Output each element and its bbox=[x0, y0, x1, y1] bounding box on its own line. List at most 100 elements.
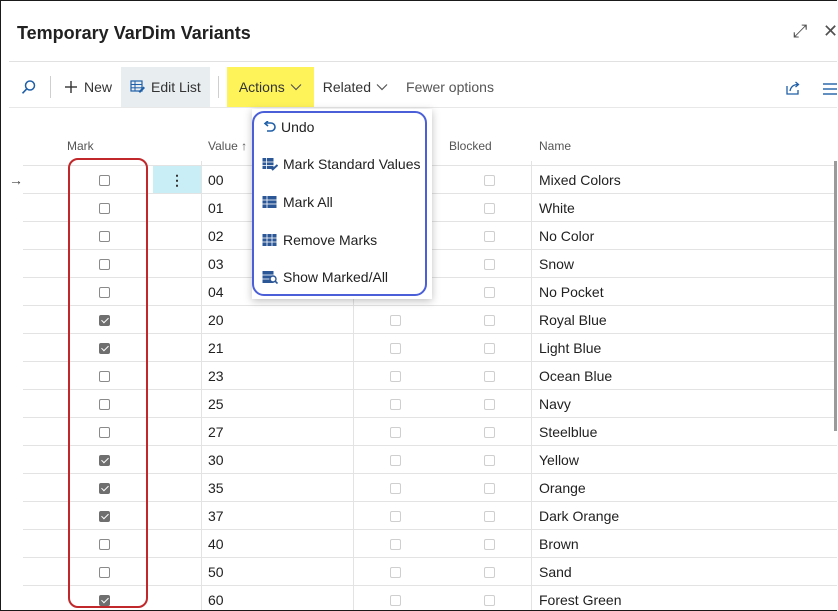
value-cell[interactable]: 00 bbox=[208, 166, 224, 194]
column-checkbox[interactable] bbox=[390, 538, 401, 550]
blocked-cell bbox=[484, 502, 495, 530]
fewer-options-label: Fewer options bbox=[406, 79, 494, 95]
value-cell[interactable]: 20 bbox=[208, 306, 224, 334]
mark-column-annotation bbox=[68, 158, 148, 608]
name-cell[interactable]: Snow bbox=[539, 250, 574, 278]
value-cell[interactable]: 40 bbox=[208, 530, 224, 558]
blocked-checkbox[interactable] bbox=[484, 258, 495, 270]
value-cell[interactable]: 02 bbox=[208, 222, 224, 250]
name-cell[interactable]: No Color bbox=[539, 222, 594, 250]
toolbar-divider bbox=[217, 76, 219, 98]
value-cell[interactable]: 23 bbox=[208, 362, 224, 390]
blocked-checkbox[interactable] bbox=[484, 538, 495, 550]
name-cell[interactable]: No Pocket bbox=[539, 278, 604, 306]
blocked-checkbox[interactable] bbox=[484, 482, 495, 494]
column-checkbox[interactable] bbox=[390, 566, 401, 578]
name-cell[interactable]: Forest Green bbox=[539, 586, 621, 610]
actions-menu-button[interactable]: Actions bbox=[226, 67, 314, 107]
blocked-cell bbox=[484, 250, 495, 278]
name-cell[interactable]: Sand bbox=[539, 558, 572, 586]
checkbox-cell bbox=[390, 418, 401, 446]
name-cell[interactable]: Royal Blue bbox=[539, 306, 607, 334]
value-cell[interactable]: 35 bbox=[208, 474, 224, 502]
column-checkbox[interactable] bbox=[390, 426, 401, 438]
column-checkbox[interactable] bbox=[390, 510, 401, 522]
actions-menu-annotation bbox=[252, 111, 427, 296]
search-button[interactable] bbox=[21, 67, 46, 107]
vertical-scrollbar[interactable] bbox=[834, 161, 837, 431]
list-view-icon[interactable] bbox=[823, 82, 837, 101]
value-cell[interactable]: 27 bbox=[208, 418, 224, 446]
blocked-cell bbox=[484, 194, 495, 222]
blocked-cell bbox=[484, 558, 495, 586]
blocked-checkbox[interactable] bbox=[484, 370, 495, 382]
blocked-cell bbox=[484, 446, 495, 474]
name-cell[interactable]: Ocean Blue bbox=[539, 362, 612, 390]
blocked-checkbox[interactable] bbox=[484, 286, 495, 298]
blocked-checkbox[interactable] bbox=[484, 426, 495, 438]
blocked-checkbox[interactable] bbox=[484, 566, 495, 578]
column-checkbox[interactable] bbox=[390, 594, 401, 606]
blocked-checkbox[interactable] bbox=[484, 594, 495, 606]
chevron-down-icon bbox=[290, 84, 302, 91]
name-cell[interactable]: Navy bbox=[539, 390, 571, 418]
value-cell[interactable]: 21 bbox=[208, 334, 224, 362]
name-cell[interactable]: White bbox=[539, 194, 575, 222]
blocked-checkbox[interactable] bbox=[484, 454, 495, 466]
value-cell[interactable]: 50 bbox=[208, 558, 224, 586]
column-header-mark[interactable]: Mark bbox=[67, 139, 94, 153]
value-cell[interactable]: 60 bbox=[208, 586, 224, 610]
edit-list-label: Edit List bbox=[151, 79, 201, 95]
value-cell[interactable]: 01 bbox=[208, 194, 224, 222]
value-cell[interactable]: 25 bbox=[208, 390, 224, 418]
column-divider bbox=[531, 161, 532, 610]
toolbar-bottom-divider bbox=[9, 107, 837, 108]
row-actions-icon[interactable]: ⋮ bbox=[153, 166, 201, 194]
name-cell[interactable]: Orange bbox=[539, 474, 586, 502]
blocked-checkbox[interactable] bbox=[484, 510, 495, 522]
blocked-cell bbox=[484, 586, 495, 610]
blocked-checkbox[interactable] bbox=[484, 202, 495, 214]
value-cell[interactable]: 04 bbox=[208, 278, 224, 306]
close-icon[interactable]: ✕ bbox=[823, 21, 837, 42]
name-cell[interactable]: Light Blue bbox=[539, 334, 601, 362]
fewer-options-button[interactable]: Fewer options bbox=[397, 67, 503, 107]
name-cell[interactable]: Mixed Colors bbox=[539, 166, 621, 194]
column-checkbox[interactable] bbox=[390, 482, 401, 494]
checkbox-cell bbox=[390, 306, 401, 334]
name-cell[interactable]: Dark Orange bbox=[539, 502, 619, 530]
title-divider bbox=[9, 61, 837, 62]
blocked-checkbox[interactable] bbox=[484, 342, 495, 354]
blocked-cell bbox=[484, 278, 495, 306]
column-checkbox[interactable] bbox=[390, 454, 401, 466]
blocked-cell bbox=[484, 222, 495, 250]
blocked-cell bbox=[484, 418, 495, 446]
value-cell[interactable]: 03 bbox=[208, 250, 224, 278]
name-cell[interactable]: Yellow bbox=[539, 446, 579, 474]
related-label: Related bbox=[322, 79, 372, 95]
column-checkbox[interactable] bbox=[390, 342, 401, 354]
related-menu-button[interactable]: Related bbox=[314, 67, 397, 107]
blocked-checkbox[interactable] bbox=[484, 174, 495, 186]
expand-icon[interactable]: ⤢ bbox=[793, 21, 807, 42]
blocked-cell bbox=[484, 474, 495, 502]
name-cell[interactable]: Brown bbox=[539, 530, 579, 558]
checkbox-cell bbox=[390, 586, 401, 610]
column-header-blocked[interactable]: Blocked bbox=[449, 139, 492, 153]
column-header-name[interactable]: Name bbox=[539, 139, 571, 153]
name-cell[interactable]: Steelblue bbox=[539, 418, 597, 446]
column-checkbox[interactable] bbox=[390, 370, 401, 382]
column-header-value[interactable]: Value ↑ bbox=[208, 139, 247, 153]
value-cell[interactable]: 30 bbox=[208, 446, 224, 474]
blocked-checkbox[interactable] bbox=[484, 314, 495, 326]
blocked-checkbox[interactable] bbox=[484, 398, 495, 410]
value-cell[interactable]: 37 bbox=[208, 502, 224, 530]
column-checkbox[interactable] bbox=[390, 314, 401, 326]
checkbox-cell bbox=[390, 446, 401, 474]
share-icon[interactable] bbox=[785, 80, 801, 101]
new-button[interactable]: New bbox=[55, 67, 121, 107]
edit-list-button[interactable]: Edit List bbox=[121, 67, 210, 107]
blocked-cell bbox=[484, 306, 495, 334]
blocked-checkbox[interactable] bbox=[484, 230, 495, 242]
column-checkbox[interactable] bbox=[390, 398, 401, 410]
